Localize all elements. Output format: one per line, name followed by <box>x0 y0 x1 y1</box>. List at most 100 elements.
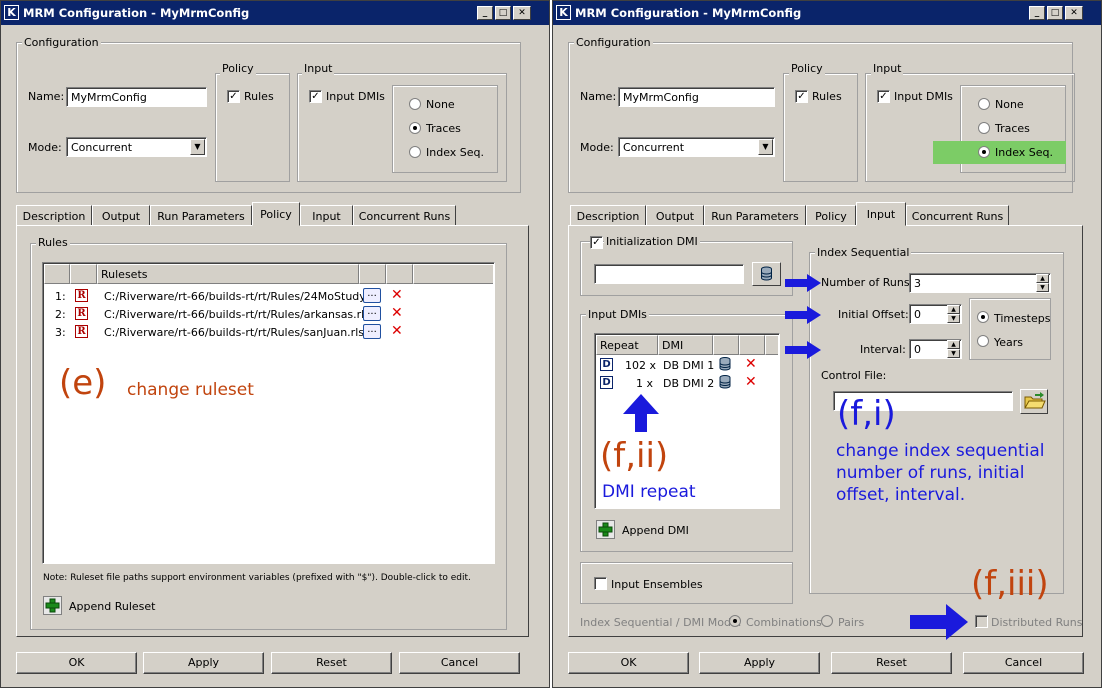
policy-label: Policy <box>789 62 825 75</box>
initial-offset-spinner[interactable]: ▲ ▼ <box>947 305 960 323</box>
init-dmi-field[interactable] <box>594 264 744 284</box>
input-dmis-checkbox[interactable]: ✓ <box>309 90 322 103</box>
name-field[interactable]: MyMrmConfig <box>618 87 775 107</box>
rulesets-table[interactable]: Rulesets 1: R C:/Riverware/rt-66/builds-… <box>42 262 495 564</box>
database-icon[interactable] <box>719 375 731 389</box>
maximize-button[interactable]: □ <box>1047 6 1063 20</box>
cancel-button[interactable]: Cancel <box>399 652 520 674</box>
database-icon <box>761 266 772 281</box>
minimize-button[interactable]: _ <box>477 6 493 20</box>
close-button[interactable]: ✕ <box>513 6 531 20</box>
col-db-header <box>713 335 739 355</box>
spin-down-icon[interactable]: ▼ <box>947 314 960 323</box>
spin-up-icon[interactable]: ▲ <box>947 340 960 349</box>
spin-up-icon[interactable]: ▲ <box>947 305 960 314</box>
radio-index-seq[interactable] <box>978 146 990 158</box>
tab-description[interactable]: Description <box>570 205 646 226</box>
rules-checkbox[interactable]: ✓ <box>795 90 808 103</box>
browse-button[interactable]: ... <box>363 288 381 303</box>
append-ruleset-label[interactable]: Append Ruleset <box>69 600 155 613</box>
radio-traces[interactable] <box>978 122 990 134</box>
input-ensembles-checkbox[interactable] <box>594 577 607 590</box>
tab-output[interactable]: Output <box>92 205 150 226</box>
dmi-repeat[interactable]: 102 x <box>625 359 656 372</box>
spin-down-icon[interactable]: ▼ <box>1036 283 1049 292</box>
tab-output[interactable]: Output <box>646 205 704 226</box>
up-arrow-annotation <box>623 394 659 432</box>
radio-years[interactable] <box>977 335 989 347</box>
tab-policy[interactable]: Policy <box>806 205 856 226</box>
col-rulesets-header[interactable]: Rulesets <box>97 264 359 284</box>
delete-icon[interactable]: ✕ <box>391 288 403 302</box>
tab-input[interactable]: Input <box>300 205 353 226</box>
rules-checkbox[interactable]: ✓ <box>227 90 240 103</box>
index-sequential-label: Index Sequential <box>815 246 912 259</box>
radio-index-seq-label: Index Seq. <box>426 146 485 159</box>
mode-select[interactable]: Concurrent ▼ <box>618 137 775 157</box>
input-dmis-group-label: Input DMIs <box>586 308 649 321</box>
tab-run-parameters[interactable]: Run Parameters <box>150 205 252 226</box>
browse-button[interactable]: ... <box>363 324 381 339</box>
chevron-down-icon[interactable]: ▼ <box>190 139 205 155</box>
reset-button[interactable]: Reset <box>271 652 392 674</box>
close-button[interactable]: ✕ <box>1065 6 1083 20</box>
mode-value: Concurrent <box>623 141 685 154</box>
tab-concurrent-runs[interactable]: Concurrent Runs <box>906 205 1009 226</box>
radio-traces[interactable] <box>409 122 421 134</box>
annotation-e-text: change ruleset <box>127 380 254 400</box>
delete-icon[interactable]: ✕ <box>745 357 757 371</box>
tab-input[interactable]: Input <box>856 202 906 226</box>
database-icon[interactable] <box>719 357 731 371</box>
init-dmi-button[interactable] <box>752 262 781 286</box>
browse-button[interactable]: ... <box>363 306 381 321</box>
reset-button[interactable]: Reset <box>831 652 952 674</box>
maximize-button[interactable]: □ <box>495 6 511 20</box>
ok-button[interactable]: OK <box>568 652 689 674</box>
radio-none[interactable] <box>978 98 990 110</box>
ruleset-path[interactable]: C:/Riverware/rt-66/builds-rt/rt/Rules/24… <box>104 290 381 303</box>
delete-icon[interactable]: ✕ <box>745 375 757 389</box>
tab-concurrent-runs[interactable]: Concurrent Runs <box>353 205 456 226</box>
radio-timesteps[interactable] <box>977 311 989 323</box>
distributed-runs-checkbox[interactable] <box>975 615 988 628</box>
radio-pairs[interactable] <box>821 615 833 627</box>
radio-index-seq[interactable] <box>409 146 421 158</box>
num-runs-field[interactable]: 3 <box>909 273 1051 293</box>
chevron-down-icon[interactable]: ▼ <box>758 139 773 155</box>
mode-select[interactable]: Concurrent ▼ <box>66 137 207 157</box>
ok-button[interactable]: OK <box>16 652 137 674</box>
tab-policy[interactable]: Policy <box>252 202 300 226</box>
tab-run-parameters[interactable]: Run Parameters <box>704 205 806 226</box>
minimize-button[interactable]: _ <box>1029 6 1045 20</box>
col-empty-header <box>413 264 493 284</box>
append-dmi-label[interactable]: Append DMI <box>622 524 689 537</box>
append-ruleset-button[interactable] <box>43 596 62 615</box>
spin-down-icon[interactable]: ▼ <box>947 349 960 358</box>
control-file-browse-button[interactable] <box>1020 389 1048 414</box>
delete-icon[interactable]: ✕ <box>391 324 403 338</box>
radio-combinations[interactable] <box>729 615 741 627</box>
input-dmis-checkbox[interactable]: ✓ <box>877 90 890 103</box>
radio-none[interactable] <box>409 98 421 110</box>
dmi-table[interactable]: Repeat DMI D 102 x DB DMI 1 ✕ D 1 x DB D… <box>594 333 780 509</box>
right-title-bar[interactable]: K MRM Configuration - MyMrmConfig _ □ ✕ <box>553 1 1101 25</box>
col-dmi-header[interactable]: DMI <box>658 335 713 355</box>
col-repeat-header[interactable]: Repeat <box>596 335 658 355</box>
cancel-button[interactable]: Cancel <box>963 652 1084 674</box>
interval-spinner[interactable]: ▲ ▼ <box>947 340 960 358</box>
name-field[interactable]: MyMrmConfig <box>66 87 207 107</box>
num-runs-spinner[interactable]: ▲ ▼ <box>1036 274 1049 292</box>
tab-description[interactable]: Description <box>16 205 92 226</box>
input-label: Input <box>302 62 335 75</box>
init-dmi-checkbox[interactable]: ✓ <box>590 236 603 249</box>
spin-up-icon[interactable]: ▲ <box>1036 274 1049 283</box>
left-title-bar[interactable]: K MRM Configuration - MyMrmConfig _ □ ✕ <box>1 1 549 25</box>
annotation-e: (e) <box>59 363 107 403</box>
ruleset-path[interactable]: C:/Riverware/rt-66/builds-rt/rt/Rules/sa… <box>104 326 364 339</box>
delete-icon[interactable]: ✕ <box>391 306 403 320</box>
dmi-repeat[interactable]: 1 x <box>636 377 653 390</box>
append-dmi-button[interactable] <box>596 520 615 539</box>
ruleset-path[interactable]: C:/Riverware/rt-66/builds-rt/rt/Rules/ar… <box>104 308 370 321</box>
apply-button[interactable]: Apply <box>143 652 264 674</box>
apply-button[interactable]: Apply <box>699 652 820 674</box>
